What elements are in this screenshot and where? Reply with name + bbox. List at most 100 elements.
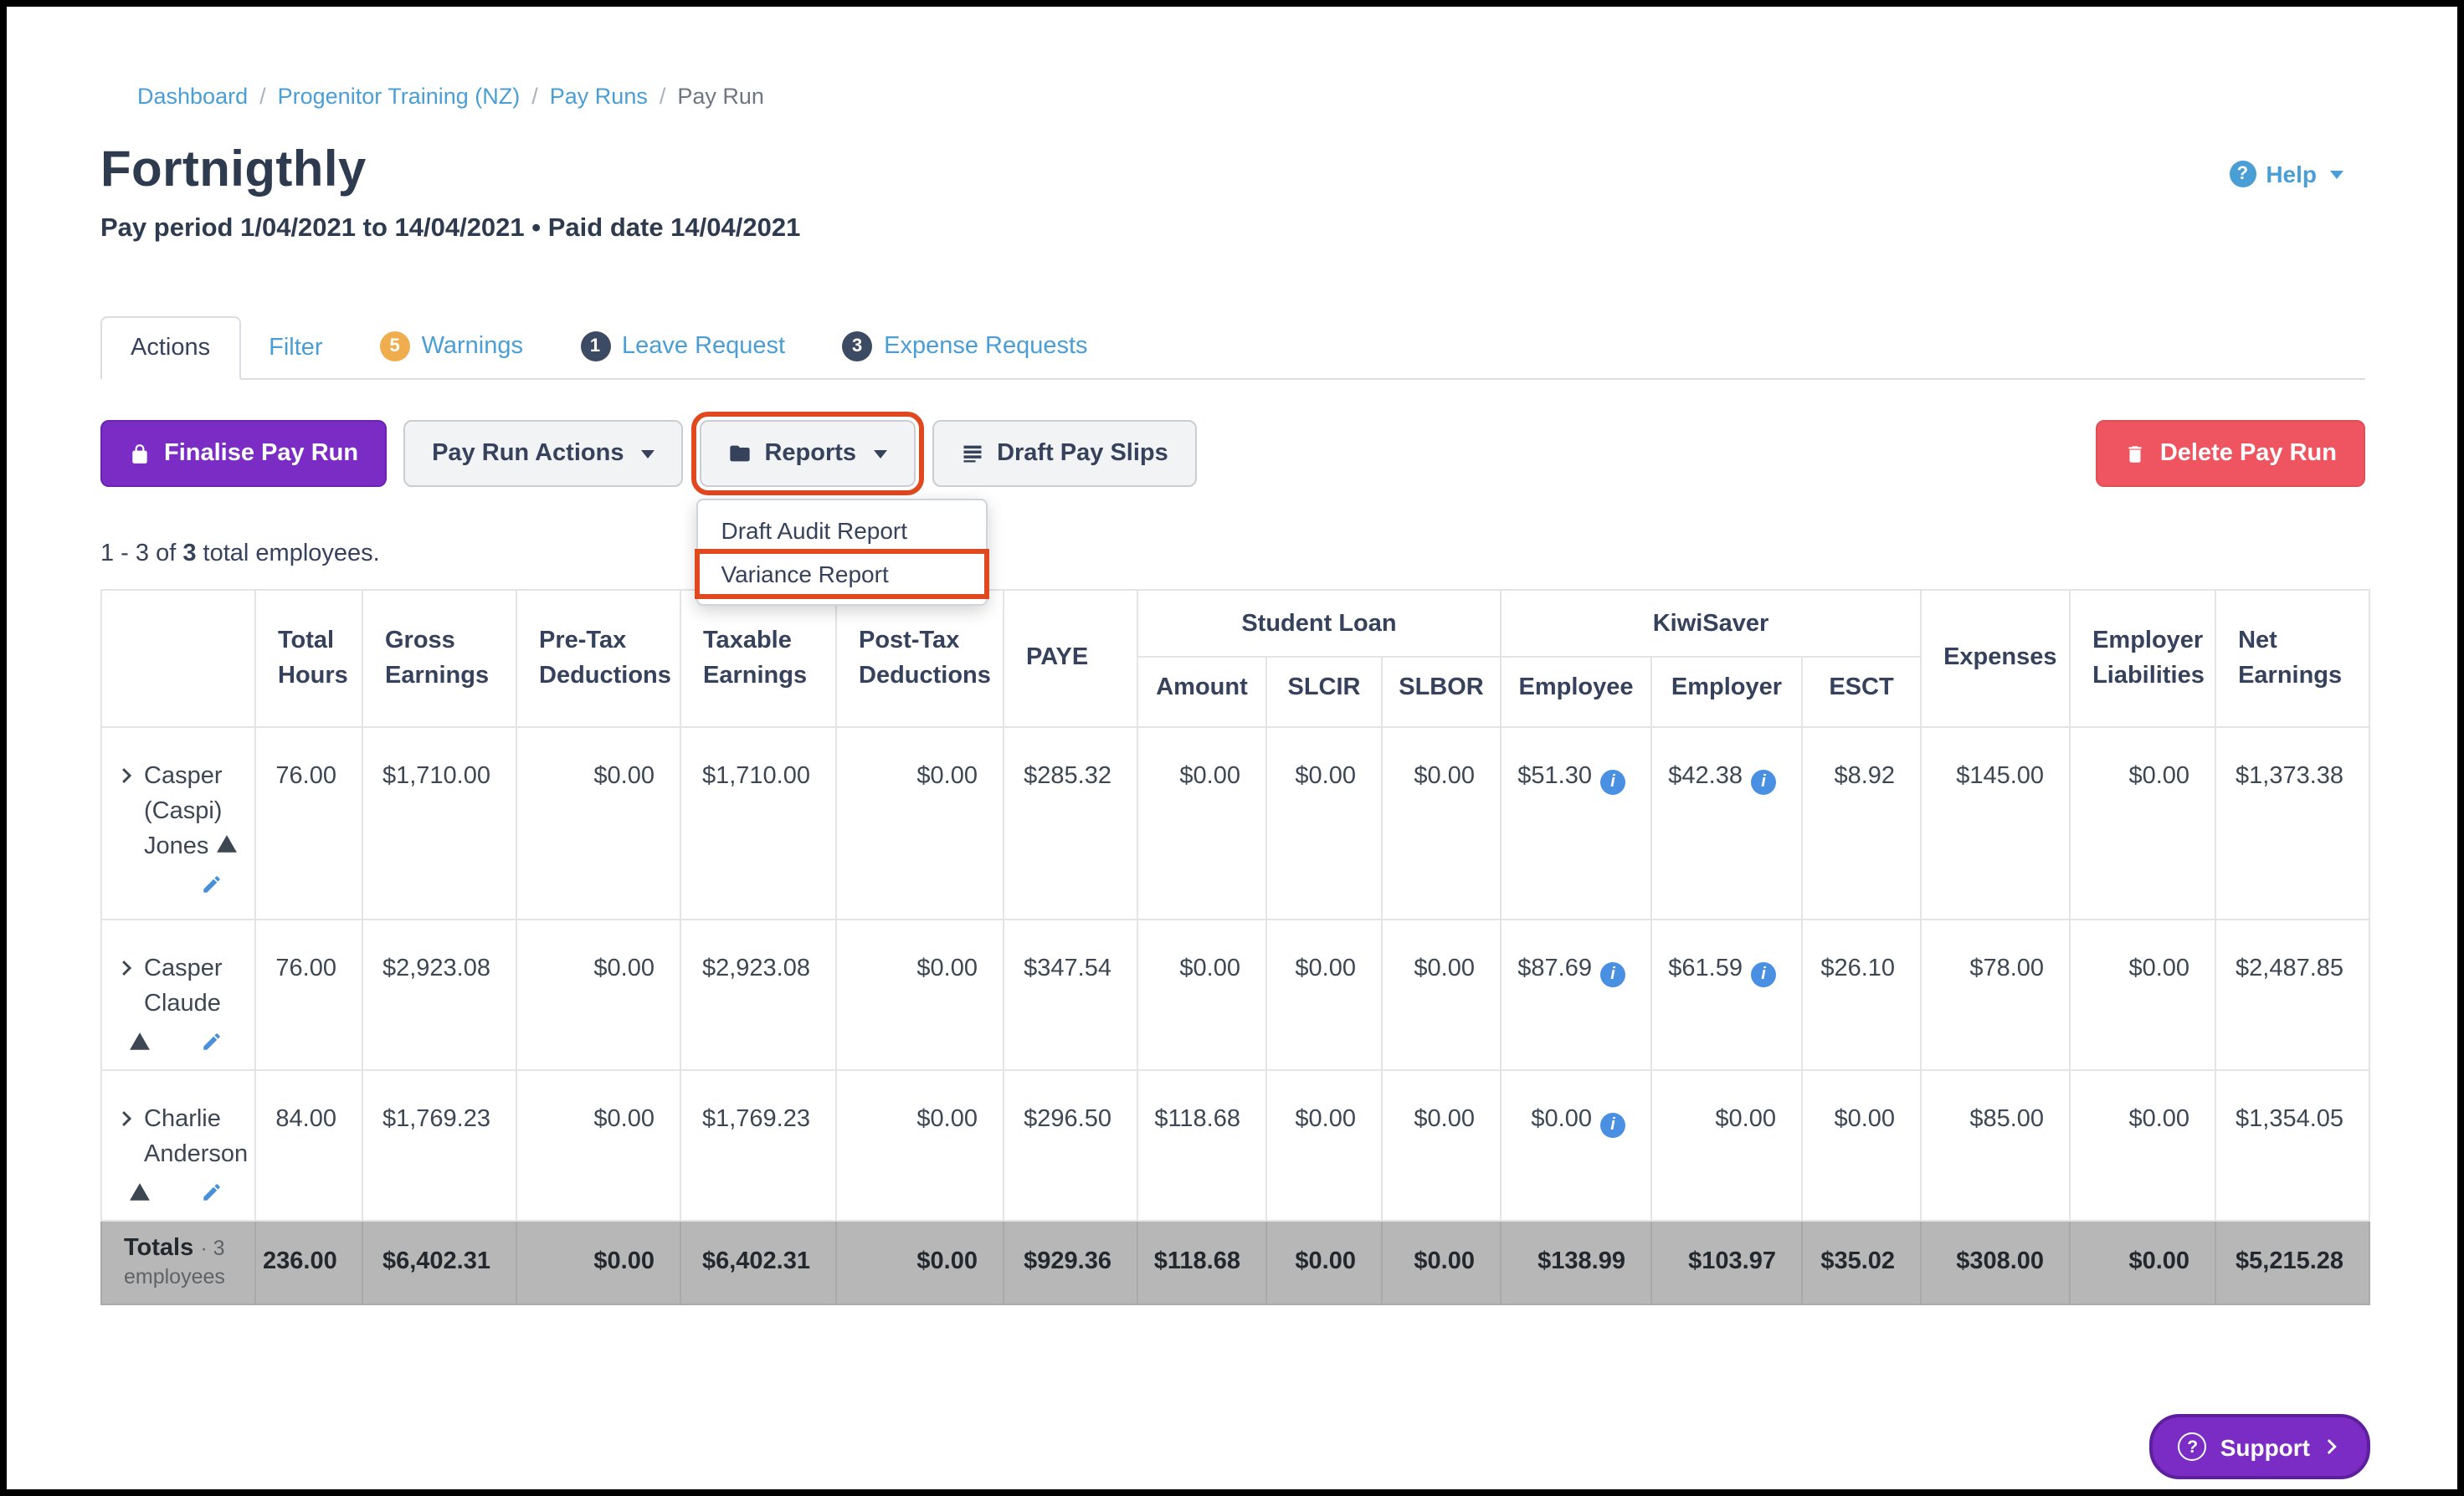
delete-pay-run-button[interactable]: Delete Pay Run (2097, 420, 2365, 487)
col-header-ks-esct: ESCT (1802, 657, 1921, 727)
col-header-sl-amount: Amount (1137, 657, 1266, 727)
info-icon[interactable]: i (1600, 962, 1625, 987)
warning-icon (215, 833, 237, 855)
total-pre-tax-deductions: $0.00 (516, 1221, 680, 1304)
pay-period-subtitle: Pay period 1/04/2021 to 14/04/2021 • Pai… (100, 214, 2365, 244)
cell-ks-employee: $51.30 i (1501, 727, 1651, 920)
pay-run-actions-button[interactable]: Pay Run Actions (403, 420, 682, 487)
cell-value: $0.00 (1531, 1106, 1592, 1133)
total-sl-amount: $118.68 (1137, 1221, 1266, 1304)
employee-count-summary: 1 - 3 of 3 total employees. (100, 541, 2365, 567)
draft-pay-slips-button[interactable]: Draft Pay Slips (932, 420, 1197, 487)
employee-expand[interactable]: Casper Claude (119, 952, 244, 1022)
info-icon[interactable]: i (1751, 770, 1776, 795)
folder-icon (727, 442, 751, 465)
employee-name: Casper (Caspi) Jones (144, 763, 223, 860)
tab-actions[interactable]: Actions (100, 316, 240, 380)
reports-label: Reports (764, 440, 856, 467)
col-header-ks-employer: Employer (1651, 657, 1802, 727)
table-row: Casper (Caspi) Jones 76.00 $1,710.00 $0.… (101, 727, 2369, 920)
total-post-tax-deductions: $0.00 (836, 1221, 1004, 1304)
cell-gross-earnings: $1,710.00 (362, 727, 516, 920)
total-total-hours: 236.00 (255, 1221, 362, 1304)
cell-value: $87.69 (1517, 955, 1592, 982)
delete-pay-run-label: Delete Pay Run (2160, 440, 2337, 467)
col-header-net-earnings: Net Earnings (2215, 590, 2369, 727)
cell-value: $42.38 (1668, 763, 1743, 790)
total-ks-esct: $35.02 (1802, 1221, 1921, 1304)
cell-ks-employer: $42.38 i (1651, 727, 1802, 920)
help-label: Help (2266, 161, 2317, 187)
col-header-expenses: Expenses (1921, 590, 2070, 727)
tab-leave-request[interactable]: 1 Leave Request (552, 315, 814, 378)
tab-warnings[interactable]: 5 Warnings (352, 315, 552, 378)
cell-expenses: $78.00 (1921, 920, 2070, 1070)
cell-ks-employee: $0.00 i (1501, 1070, 1651, 1221)
edit-pencil-icon[interactable] (201, 1031, 223, 1053)
expand-chevron-icon (119, 1109, 137, 1128)
col-header-sl-slbor: SLBOR (1382, 657, 1501, 727)
table-header-row-top: Total Hours Gross Earnings Pre-Tax Deduc… (101, 590, 2369, 657)
tab-leave-request-label: Leave Request (622, 333, 785, 360)
breadcrumb-separator: / (531, 84, 538, 109)
edit-pencil-icon[interactable] (201, 1181, 223, 1203)
pay-run-table: Total Hours Gross Earnings Pre-Tax Deduc… (100, 589, 2370, 1305)
tab-filter[interactable]: Filter (240, 318, 351, 378)
cell-ks-esct: $0.00 (1802, 1070, 1921, 1221)
cell-ks-esct: $8.92 (1802, 727, 1921, 920)
cell-gross-earnings: $1,769.23 (362, 1070, 516, 1221)
support-button[interactable]: ? Support (2150, 1414, 2370, 1479)
reports-button[interactable]: Reports (699, 420, 915, 487)
draft-pay-slips-label: Draft Pay Slips (997, 440, 1168, 467)
menu-item-draft-audit-report[interactable]: Draft Audit Report (697, 509, 985, 552)
help-menu[interactable]: ? Help (2229, 161, 2343, 187)
summary-prefix: 1 - 3 of (100, 541, 182, 567)
tab-warnings-label: Warnings (422, 333, 523, 360)
cell-value: $51.30 (1517, 763, 1592, 790)
cell-pre-tax-deductions: $0.00 (516, 1070, 680, 1221)
employee-expand[interactable]: Casper (Caspi) Jones (119, 760, 244, 865)
col-header-taxable-earnings: Taxable Earnings (680, 590, 836, 727)
finalise-pay-run-label: Finalise Pay Run (164, 440, 358, 467)
info-icon[interactable]: i (1751, 962, 1776, 987)
actions-toolbar: Finalise Pay Run Pay Run Actions Reports… (100, 420, 2365, 487)
cell-paye: $296.50 (1004, 1070, 1137, 1221)
tab-expense-requests[interactable]: 3 Expense Requests (814, 315, 1116, 378)
cell-total-hours: 84.00 (255, 1070, 362, 1221)
chevron-right-icon (2323, 1437, 2342, 1456)
cell-sl-slbor: $0.00 (1382, 1070, 1501, 1221)
breadcrumb-dashboard[interactable]: Dashboard (137, 84, 248, 109)
cell-sl-slcir: $0.00 (1266, 727, 1382, 920)
col-group-kiwisaver: KiwiSaver (1501, 590, 1921, 657)
menu-item-variance-report[interactable]: Variance Report (697, 552, 985, 596)
cell-ks-employee: $87.69 i (1501, 920, 1651, 1070)
lock-icon (129, 443, 151, 464)
warning-icon (129, 1181, 151, 1203)
cell-post-tax-deductions: $0.00 (836, 920, 1004, 1070)
help-question-icon: ? (2229, 161, 2256, 187)
cell-expenses: $85.00 (1921, 1070, 2070, 1221)
cell-employer-liabilities: $0.00 (2070, 1070, 2215, 1221)
breadcrumb-pay-runs[interactable]: Pay Runs (550, 84, 648, 109)
finalise-pay-run-button[interactable]: Finalise Pay Run (100, 420, 387, 487)
warnings-count-badge: 5 (380, 331, 410, 361)
info-icon[interactable]: i (1600, 770, 1625, 795)
cell-sl-amount: $118.68 (1137, 1070, 1266, 1221)
chevron-down-icon (873, 449, 886, 458)
employee-expand[interactable]: Charlie Anderson (119, 1103, 244, 1173)
breadcrumb-business[interactable]: Progenitor Training (NZ) (278, 84, 521, 109)
expand-chevron-icon (119, 959, 137, 977)
cell-sl-slbor: $0.00 (1382, 920, 1501, 1070)
breadcrumb: Dashboard / Progenitor Training (NZ) / P… (137, 84, 2365, 109)
page-title: Fortnigthly (100, 142, 2365, 199)
chevron-down-icon (640, 449, 654, 458)
total-ks-employee: $138.99 (1501, 1221, 1651, 1304)
cell-sl-slcir: $0.00 (1266, 1070, 1382, 1221)
cell-ks-employer: $0.00 (1651, 1070, 1802, 1221)
expand-chevron-icon (119, 766, 137, 785)
cell-total-hours: 76.00 (255, 920, 362, 1070)
edit-pencil-icon[interactable] (201, 874, 223, 895)
info-icon[interactable]: i (1600, 1113, 1625, 1138)
total-gross-earnings: $6,402.31 (362, 1221, 516, 1304)
cell-pre-tax-deductions: $0.00 (516, 727, 680, 920)
